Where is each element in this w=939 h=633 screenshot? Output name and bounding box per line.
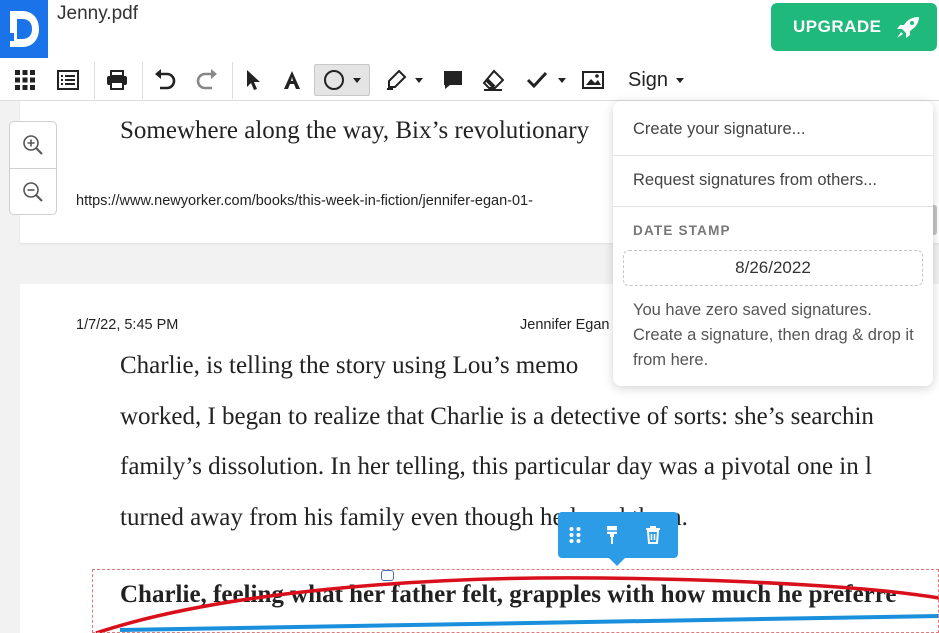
saved-signatures-note: You have zero saved signatures. Create a… (633, 301, 914, 369)
style-button[interactable] (599, 522, 625, 548)
date-stamp-item[interactable]: 8/26/2022 (623, 250, 923, 286)
annotation-context-toolbar (558, 512, 678, 558)
drag-dots-icon (569, 527, 581, 543)
zoom-controls (9, 121, 57, 215)
trash-icon (646, 526, 660, 544)
delete-annotation-button[interactable] (640, 522, 666, 548)
selection-handle[interactable] (381, 570, 394, 581)
drag-handle-button[interactable] (562, 522, 588, 548)
date-stamp-heading: DATE STAMP (633, 223, 731, 238)
selection-box[interactable] (92, 569, 939, 633)
paint-brush-icon (607, 526, 617, 544)
request-signatures-item[interactable]: Request signatures from others... (613, 171, 933, 190)
context-toolbar-pointer (609, 558, 625, 566)
zoom-out-icon (23, 182, 43, 202)
zoom-in-button[interactable] (10, 122, 56, 168)
menu-divider (613, 206, 933, 207)
date-stamp-value: 8/26/2022 (735, 258, 811, 277)
create-signature-item[interactable]: Create your signature... (613, 120, 933, 139)
zoom-out-button[interactable] (10, 169, 56, 215)
menu-divider (613, 155, 933, 156)
zoom-in-icon (23, 135, 43, 155)
sign-dropdown-menu: Create your signature... Request signatu… (613, 101, 933, 386)
